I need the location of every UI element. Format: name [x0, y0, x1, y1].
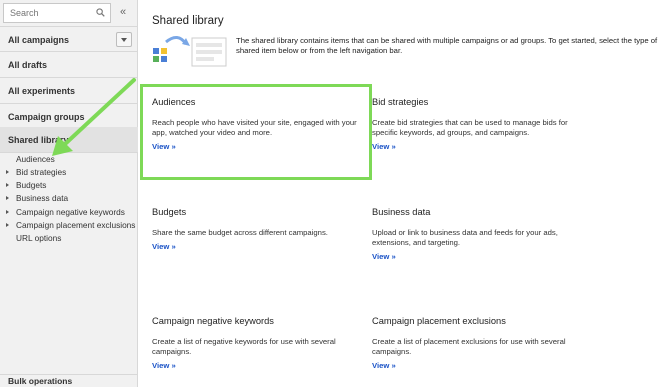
nav-item-label: Bulk operations: [8, 376, 73, 386]
view-campaign-placement-exclusions-link[interactable]: View »: [372, 361, 582, 370]
sidebar-subitem-audiences[interactable]: Audiences: [0, 153, 138, 166]
card-budgets: Budgets Share the same budget across dif…: [152, 207, 362, 251]
chevron-down-icon: [121, 38, 127, 42]
nav-item-all-drafts[interactable]: All drafts: [0, 52, 138, 78]
card-title: Campaign negative keywords: [152, 316, 274, 326]
sidebar-subitem-budgets[interactable]: Budgets: [0, 179, 138, 192]
card-title: Budgets: [152, 207, 187, 217]
nav-item-bulk-operations[interactable]: Bulk operations: [0, 374, 138, 387]
sidebar-subitem-bid-strategies[interactable]: Bid strategies: [0, 166, 138, 179]
nav-item-label: Shared library: [8, 135, 69, 145]
card-description: Create bid strategies that can be used t…: [372, 118, 568, 137]
view-bid-strategies-link[interactable]: View »: [372, 142, 587, 151]
shared-library-illustration-icon: [153, 36, 227, 67]
sidebar-subitem-label: Business data: [16, 193, 69, 203]
triangle-right-icon[interactable]: [6, 196, 9, 200]
audiences-highlight-box: [140, 84, 372, 180]
search-input[interactable]: [10, 6, 90, 20]
nav-item-label: All campaigns: [8, 35, 70, 45]
sidebar-subitem-label: Budgets: [16, 180, 47, 190]
sidebar-subitem-label: Campaign negative keywords: [16, 207, 125, 217]
card-description: Share the same budget across different c…: [152, 228, 328, 237]
collapse-sidebar-icon[interactable]: «: [117, 5, 129, 19]
nav-item-label: All experiments: [8, 86, 76, 96]
sidebar-subitem-label: Campaign placement exclusions: [16, 220, 136, 230]
card-description: Create a list of negative keywords for u…: [152, 337, 336, 356]
intro-text: The shared library contains items that c…: [236, 36, 658, 55]
sidebar: « All campaigns All drafts All experimen…: [0, 0, 138, 387]
campaigns-dropdown-button[interactable]: [116, 32, 132, 47]
view-budgets-link[interactable]: View »: [152, 242, 362, 251]
sidebar-subitem-label: Bid strategies: [16, 167, 67, 177]
card-title: Business data: [372, 207, 431, 217]
nav-item-all-experiments[interactable]: All experiments: [0, 78, 138, 104]
sidebar-subitem-campaign-placement-exclusions[interactable]: Campaign placement exclusions: [0, 219, 138, 232]
sidebar-subitem-label: URL options: [16, 233, 62, 243]
view-campaign-negative-keywords-link[interactable]: View »: [152, 361, 357, 370]
search-icon[interactable]: [96, 8, 105, 17]
view-business-data-link[interactable]: View »: [372, 252, 582, 261]
triangle-right-icon[interactable]: [6, 170, 9, 174]
page-title: Shared library: [152, 15, 224, 27]
card-campaign-placement-exclusions: Campaign placement exclusions Create a l…: [372, 316, 582, 370]
triangle-right-icon[interactable]: [6, 210, 9, 214]
sidebar-subitem-business-data[interactable]: Business data: [0, 192, 138, 205]
sidebar-subitem-label: Audiences: [16, 154, 55, 164]
nav-item-all-campaigns[interactable]: All campaigns: [0, 26, 138, 52]
card-title: Campaign placement exclusions: [372, 316, 506, 326]
card-description: Upload or link to business data and feed…: [372, 228, 558, 247]
search-box[interactable]: [3, 3, 111, 23]
triangle-right-icon[interactable]: [6, 223, 9, 227]
card-title: Bid strategies: [372, 97, 429, 107]
card-bid-strategies: Bid strategies Create bid strategies tha…: [372, 97, 587, 151]
nav-item-label: Campaign groups: [8, 112, 85, 122]
nav-item-shared-library[interactable]: Shared library: [0, 127, 138, 153]
card-description: Create a list of placement exclusions fo…: [372, 337, 566, 356]
card-business-data: Business data Upload or link to business…: [372, 207, 582, 261]
triangle-right-icon[interactable]: [6, 183, 9, 187]
sidebar-subitem-campaign-negative-keywords[interactable]: Campaign negative keywords: [0, 206, 138, 219]
nav-item-label: All drafts: [8, 60, 48, 70]
sidebar-subitem-url-options[interactable]: URL options: [0, 232, 138, 245]
card-campaign-negative-keywords: Campaign negative keywords Create a list…: [152, 316, 357, 370]
